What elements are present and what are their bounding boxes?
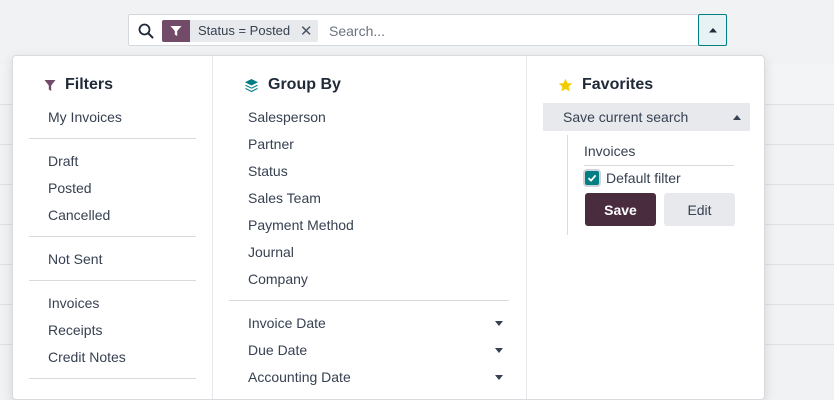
filters-header: Filters — [44, 76, 113, 94]
filter-posted[interactable]: Posted — [48, 178, 92, 198]
favorites-header: Favorites — [558, 76, 653, 94]
group-by-accounting-date-label: Accounting Date — [248, 369, 351, 385]
search-input[interactable] — [327, 19, 691, 43]
group-by-due-date-label: Due Date — [248, 342, 308, 358]
filter-draft[interactable]: Draft — [48, 151, 78, 171]
filter-credit-notes[interactable]: Credit Notes — [48, 347, 126, 367]
close-icon[interactable]: ✕ — [296, 20, 318, 42]
filter-receipts[interactable]: Receipts — [48, 320, 102, 340]
group-by-partner[interactable]: Partner — [248, 134, 294, 154]
divider — [29, 236, 196, 237]
favorite-name-input[interactable]: Invoices — [584, 141, 734, 166]
caret-up-icon — [733, 115, 741, 120]
filter-facet: Status = Posted ✕ — [162, 20, 319, 42]
default-filter-label[interactable]: Default filter — [606, 168, 681, 188]
caret-down-icon — [495, 348, 503, 353]
filters-title: Filters — [65, 76, 114, 93]
divider — [29, 378, 196, 379]
save-current-search-label: Save current search — [563, 109, 689, 125]
search-bar: Status = Posted ✕ — [128, 14, 727, 46]
group-by-title: Group By — [268, 76, 341, 93]
filter-icon — [44, 79, 56, 91]
save-button[interactable]: Save — [585, 193, 656, 226]
group-by-salesperson[interactable]: Salesperson — [248, 107, 326, 127]
group-by-journal[interactable]: Journal — [248, 242, 294, 262]
edit-button[interactable]: Edit — [664, 193, 735, 226]
group-by-sales-team[interactable]: Sales Team — [248, 188, 321, 208]
filter-invoices[interactable]: Invoices — [48, 293, 99, 313]
filter-cancelled[interactable]: Cancelled — [48, 205, 110, 225]
group-by-accounting-date[interactable]: Accounting Date — [248, 367, 503, 387]
star-icon — [558, 78, 573, 91]
filter-icon — [162, 20, 190, 42]
group-by-status[interactable]: Status — [248, 161, 288, 181]
layers-icon — [244, 78, 259, 92]
toggle-search-panel-button[interactable] — [698, 14, 727, 46]
group-by-column: Group By Salesperson Partner Status Sale… — [212, 56, 527, 399]
filter-my-invoices[interactable]: My Invoices — [48, 107, 122, 127]
favorites-column: Favorites Save current search Invoices D… — [526, 56, 766, 399]
facet-label: Status = Posted — [198, 23, 291, 38]
caret-down-icon — [495, 375, 503, 380]
divider — [229, 300, 509, 301]
search-icon[interactable] — [138, 23, 154, 39]
divider — [29, 280, 196, 281]
group-by-invoice-date-label: Invoice Date — [248, 315, 326, 331]
check-icon — [587, 174, 597, 182]
save-search-form: Invoices Default filter Save Edit — [567, 135, 751, 235]
group-by-due-date[interactable]: Due Date — [248, 340, 503, 360]
group-by-header: Group By — [244, 76, 341, 94]
group-by-company[interactable]: Company — [248, 269, 308, 289]
divider — [29, 138, 196, 139]
default-filter-checkbox[interactable] — [585, 171, 599, 185]
save-current-search-toggle[interactable]: Save current search — [543, 103, 750, 131]
filter-not-sent[interactable]: Not Sent — [48, 249, 102, 269]
filters-column: Filters My Invoices Draft Posted Cancell… — [13, 56, 212, 399]
caret-down-icon — [495, 321, 503, 326]
favorites-title: Favorites — [582, 76, 654, 93]
search-panel-dropdown: Filters My Invoices Draft Posted Cancell… — [12, 55, 765, 400]
group-by-payment-method[interactable]: Payment Method — [248, 215, 354, 235]
group-by-invoice-date[interactable]: Invoice Date — [248, 313, 503, 333]
caret-up-icon — [708, 28, 717, 33]
